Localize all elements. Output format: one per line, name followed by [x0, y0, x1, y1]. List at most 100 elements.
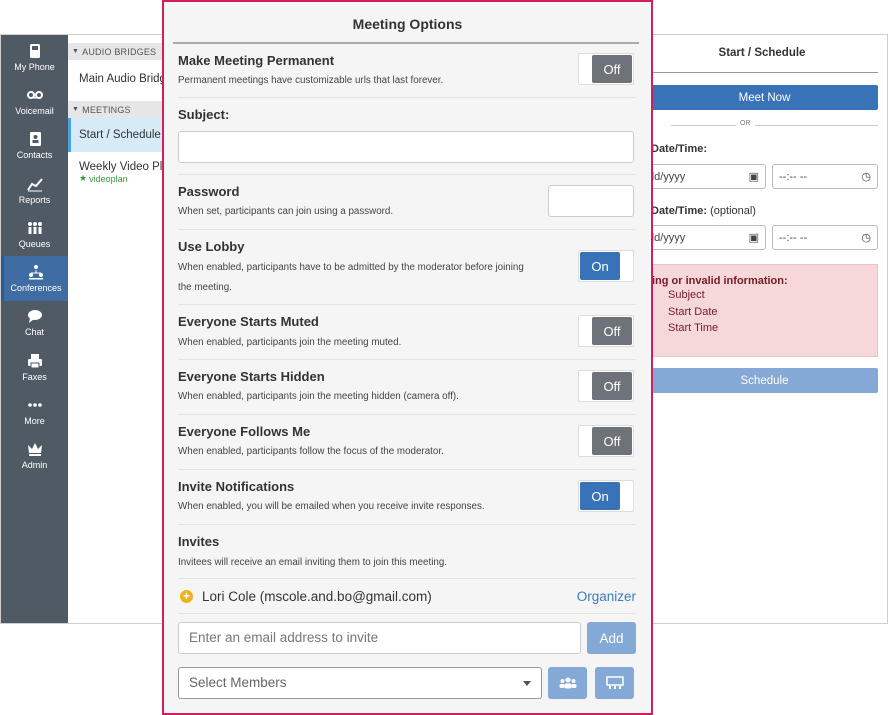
option-title: Everyone Follows Me [178, 424, 311, 439]
modal-title: Meeting Options [352, 16, 463, 32]
or-label: OR [736, 120, 755, 127]
nav-item-faxes[interactable]: Faxes [1, 345, 68, 389]
option-title: Use Lobby [178, 239, 245, 254]
chat-icon [27, 310, 42, 324]
queues-icon [27, 221, 42, 234]
users-icon [559, 677, 576, 689]
select-members-dropdown[interactable]: Select Members [178, 667, 542, 699]
nav-item-my-phone[interactable]: My Phone [1, 35, 68, 79]
alert-item: Subject [668, 289, 705, 301]
meet-now-button[interactable]: Meet Now [651, 85, 878, 110]
crown-icon [27, 443, 42, 457]
subnav-item-start-schedule[interactable]: Start / Schedule [68, 118, 167, 152]
add-invite-button[interactable]: Add [587, 622, 636, 654]
option-password: Password When set, participants can join… [178, 175, 636, 230]
nav-item-voicemail[interactable]: Voicemail [1, 79, 68, 123]
clock-icon: ◷ [861, 232, 871, 244]
schedule-title: Start / Schedule [718, 47, 806, 59]
toggle-state: Off [592, 55, 632, 83]
organizer-link[interactable]: Organizer [577, 589, 636, 604]
option-desc: When enabled, participants have to be ad… [178, 262, 524, 293]
audio-bridges-header[interactable]: ▼ AUDIO BRIDGES [68, 43, 167, 60]
nav-label: Reports [18, 194, 51, 205]
calendar-icon: ▣ [748, 232, 759, 244]
option-title: Password [178, 184, 240, 199]
caret-down-icon: ▼ [72, 106, 80, 113]
alert-title: ing or invalid information: [652, 275, 788, 287]
fax-icon [27, 353, 42, 369]
nav-item-conferences[interactable]: Conferences [1, 256, 68, 301]
toggle-state: On [580, 482, 620, 510]
group-members-button[interactable] [548, 667, 587, 699]
lobby-toggle[interactable]: On [578, 250, 634, 282]
option-title: Everyone Starts Muted [178, 314, 319, 329]
toggle-state: Off [592, 372, 632, 400]
hidden-toggle[interactable]: Off [578, 370, 634, 402]
toggle-state: Off [592, 317, 632, 345]
invitee-name: Lori Cole (mscole.and.bo@gmail.com) [202, 589, 432, 604]
nav-label: My Phone [14, 61, 55, 72]
start-time-input[interactable]: --:-- -- ◷ [772, 164, 878, 189]
calendar-icon: ▣ [748, 171, 759, 183]
conference-room-icon [605, 676, 624, 689]
meeting-options-modal: Meeting Options Make Meeting Permanent P… [162, 0, 653, 715]
nav-label: Queues [18, 238, 51, 249]
option-desc: Invitees will receive an email inviting … [178, 557, 447, 568]
room-members-button[interactable] [595, 667, 634, 699]
nav-label: More [24, 416, 45, 427]
option-title: Invite Notifications [178, 479, 295, 494]
option-desc: When enabled, participants join the meet… [178, 337, 402, 348]
option-desc: When enabled, participants join the meet… [178, 391, 459, 402]
alert-item: Start Time [668, 322, 719, 334]
end-date-input[interactable]: dd/yyyy ▣ [641, 225, 766, 250]
option-follows: Everyone Follows Me When enabled, partic… [178, 415, 636, 470]
nav-item-admin[interactable]: Admin [1, 434, 68, 478]
chevron-down-icon [523, 681, 531, 686]
option-hidden: Everyone Starts Hidden When enabled, par… [178, 360, 636, 415]
subnav-item-weekly-video[interactable]: Weekly Video Plan [68, 161, 167, 173]
muted-toggle[interactable]: Off [578, 315, 634, 347]
schedule-panel: Start / Schedule Meet Now OR Date/Time: … [641, 35, 887, 623]
start-datetime-label: Date/Time: [651, 143, 708, 155]
invite-email-input[interactable]: Enter an email address to invite [178, 622, 581, 654]
option-invites: Invites Invitees will receive an email i… [178, 525, 636, 578]
caret-down-icon: ▼ [72, 48, 80, 55]
option-subject: Subject: [178, 98, 636, 175]
schedule-button[interactable]: Schedule [651, 368, 878, 393]
reports-icon [26, 177, 43, 192]
more-icon [27, 403, 42, 407]
option-title: Subject: [178, 107, 230, 122]
contacts-icon [29, 132, 41, 147]
conference-subnav: ▼ AUDIO BRIDGES Main Audio Bridge ▼ MEETIN… [68, 35, 168, 623]
option-title: Everyone Starts Hidden [178, 369, 325, 384]
divider [671, 125, 878, 126]
end-time-input[interactable]: --:-- -- ◷ [772, 225, 878, 250]
end-datetime-label: Date/Time: (optional) [651, 205, 756, 217]
option-desc: Permanent meetings have customizable url… [178, 75, 444, 86]
phone-icon [29, 43, 40, 58]
nav-item-chat[interactable]: Chat [1, 301, 68, 345]
meetings-header[interactable]: ▼ MEETINGS [68, 101, 167, 118]
star-icon: ★ [79, 173, 88, 183]
option-muted: Everyone Starts Muted When enabled, part… [178, 305, 636, 360]
alert-item: Start Date [668, 305, 718, 318]
nav-item-contacts[interactable]: Contacts [1, 124, 68, 168]
invitee-row: + Lori Cole (mscole.and.bo@gmail.com) Or… [178, 578, 636, 614]
permanent-toggle[interactable]: Off [578, 53, 634, 85]
toggle-state: On [580, 252, 620, 280]
password-input[interactable] [548, 185, 634, 217]
option-title: Invites [178, 534, 220, 549]
voicemail-icon [26, 90, 43, 99]
nav-item-queues[interactable]: Queues [1, 212, 68, 256]
option-desc: When enabled, participants follow the fo… [178, 446, 444, 457]
subject-input[interactable] [178, 131, 634, 163]
option-notifications: Invite Notifications When enabled, you w… [178, 470, 636, 525]
add-circle-icon[interactable]: + [180, 590, 193, 603]
start-date-input[interactable]: dd/yyyy ▣ [641, 164, 766, 189]
notifications-toggle[interactable]: On [578, 480, 634, 512]
option-lobby: Use Lobby When enabled, participants hav… [178, 230, 636, 305]
follows-toggle[interactable]: Off [578, 425, 634, 457]
nav-item-more[interactable]: More [1, 389, 68, 433]
nav-item-reports[interactable]: Reports [1, 168, 68, 212]
subnav-item-main-audio-bridge[interactable]: Main Audio Bridge [68, 60, 167, 98]
